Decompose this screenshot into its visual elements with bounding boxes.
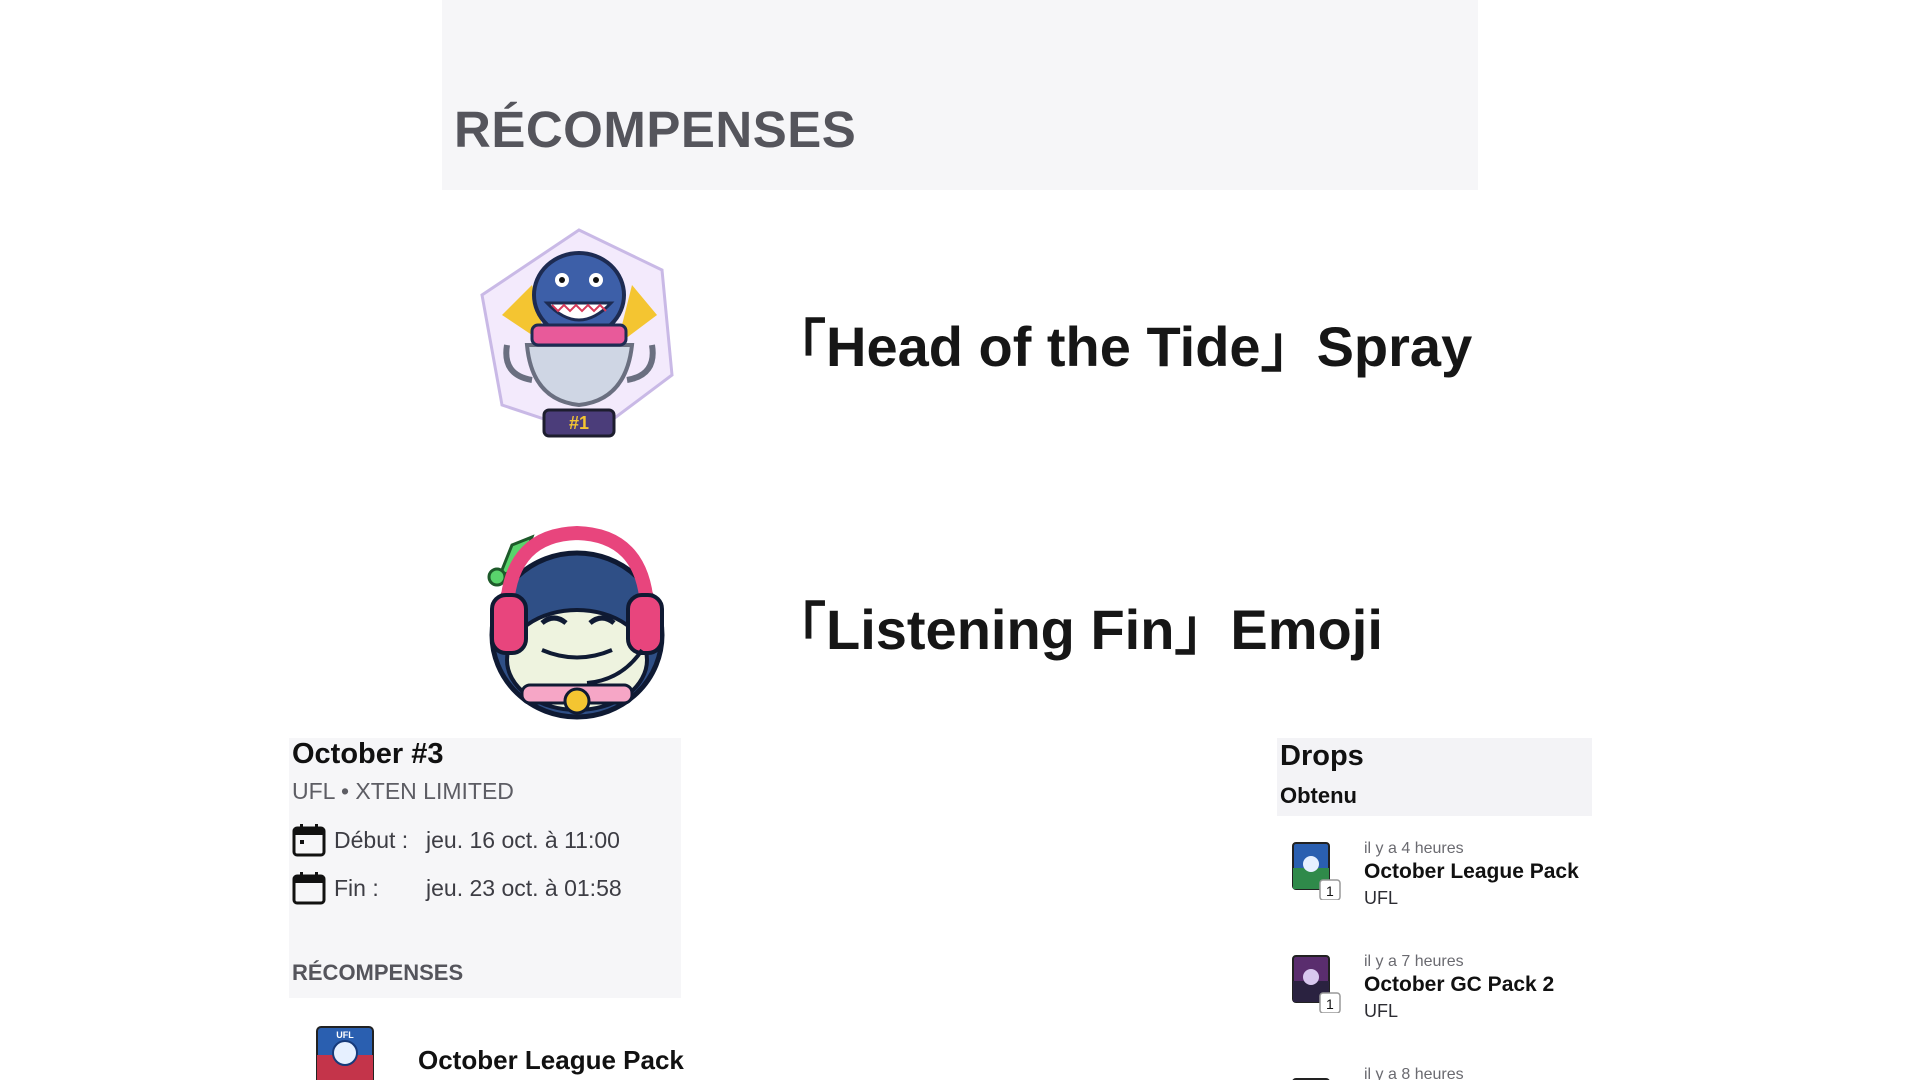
start-label: Début : [334, 826, 409, 853]
drop-time: il y a 8 heures [1364, 1066, 1464, 1080]
list-item[interactable]: il y a 8 heures [1290, 1066, 1600, 1080]
calendar-icon [292, 872, 326, 905]
svg-text:UFL: UFL [336, 1030, 354, 1040]
rewards-header-panel [442, 0, 1478, 190]
drops-subtitle: Obtenu [1280, 783, 1357, 808]
drop-pack-thumbnail: 1 [1290, 953, 1342, 1014]
drop-pack-thumbnail: 1 [1290, 840, 1342, 901]
end-label: Fin : [334, 874, 379, 901]
list-item[interactable]: 1 il y a 7 heures October GC Pack 2 UFL [1290, 953, 1600, 1053]
drops-title: Drops [1280, 740, 1364, 772]
drop-count: 1 [1326, 883, 1334, 899]
league-pack-thumbnail[interactable]: UFL [315, 1025, 375, 1085]
rewards-title: RÉCOMPENSES [454, 101, 857, 158]
drop-time: il y a 7 heures [1364, 953, 1464, 970]
end-value: jeu. 23 oct. à 01:58 [426, 874, 622, 901]
drop-source: UFL [1364, 1001, 1399, 1021]
start-value: jeu. 16 oct. à 11:00 [426, 826, 620, 853]
reward-name-emoji: 「Listening Fin」Emoji [770, 598, 1383, 661]
drop-count: 1 [1326, 996, 1334, 1012]
calendar-icon [292, 824, 326, 857]
shark-headphones-emoji-icon [472, 515, 687, 730]
svg-text:#1: #1 [569, 413, 589, 433]
shark-trophy-spray-icon: #1 [472, 225, 687, 440]
drop-name: October League Pack [1364, 860, 1579, 883]
list-item[interactable]: 1 il y a 4 heures October League Pack UF… [1290, 840, 1600, 940]
event-reward-item-name: October League Pack [418, 1045, 684, 1075]
drop-name: October GC Pack 2 [1364, 973, 1555, 996]
event-subtitle: UFL • XTEN LIMITED [292, 778, 514, 804]
drop-source: UFL [1364, 888, 1399, 908]
start-date-row: Début : jeu. 16 oct. à 11:00 [292, 822, 620, 858]
drop-time: il y a 4 heures [1364, 840, 1464, 857]
event-rewards-heading: RÉCOMPENSES [292, 960, 464, 985]
reward-name-spray: 「Head of the Tide」Spray [770, 315, 1473, 378]
end-date-row: Fin : jeu. 23 oct. à 01:58 [292, 870, 622, 906]
drop-pack-thumbnail [1290, 1076, 1342, 1080]
event-info-card [289, 738, 681, 998]
event-title: October #3 [292, 738, 444, 770]
